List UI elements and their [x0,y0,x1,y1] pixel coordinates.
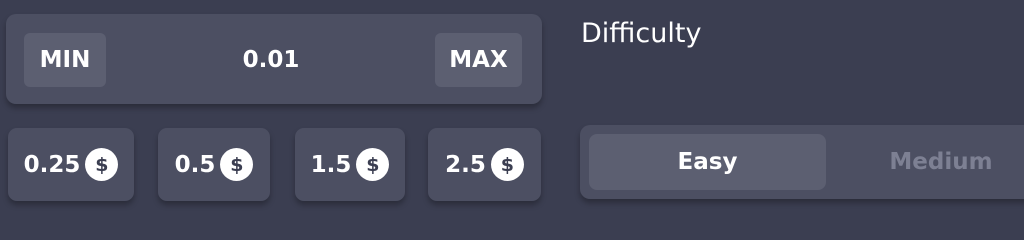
quick-amount-button[interactable]: 2.5 $ [428,128,541,201]
bet-amount-input[interactable]: 0.01 [196,33,346,87]
dollar-coin-icon: $ [490,148,524,181]
quick-amount-button[interactable]: 0.5 $ [158,128,270,201]
quick-amount-button[interactable]: 1.5 $ [295,128,405,201]
quick-amount-label: 1.5 [310,151,352,178]
quick-amount-label: 0.25 [23,151,81,178]
difficulty-easy-tab[interactable]: Easy [589,134,826,190]
difficulty-medium-tab[interactable]: Medium [826,134,1024,190]
quick-amount-label: 0.5 [174,151,216,178]
min-button[interactable]: MIN [24,33,106,87]
bet-controls: MIN 0.01 MAX 0.25 $ 0.5 $ 1.5 $ 2.5 $ Di… [0,0,1024,219]
dollar-coin-icon: $ [356,148,390,181]
bet-amount-panel: MIN 0.01 MAX [6,14,542,104]
dollar-coin-icon: $ [85,148,119,181]
max-button[interactable]: MAX [435,33,522,87]
quick-amount-button[interactable]: 0.25 $ [8,128,134,201]
dollar-coin-icon: $ [220,148,254,181]
difficulty-selector: Easy Medium [580,125,1024,199]
quick-amount-label: 2.5 [445,151,486,178]
difficulty-title: Difficulty [581,18,702,49]
